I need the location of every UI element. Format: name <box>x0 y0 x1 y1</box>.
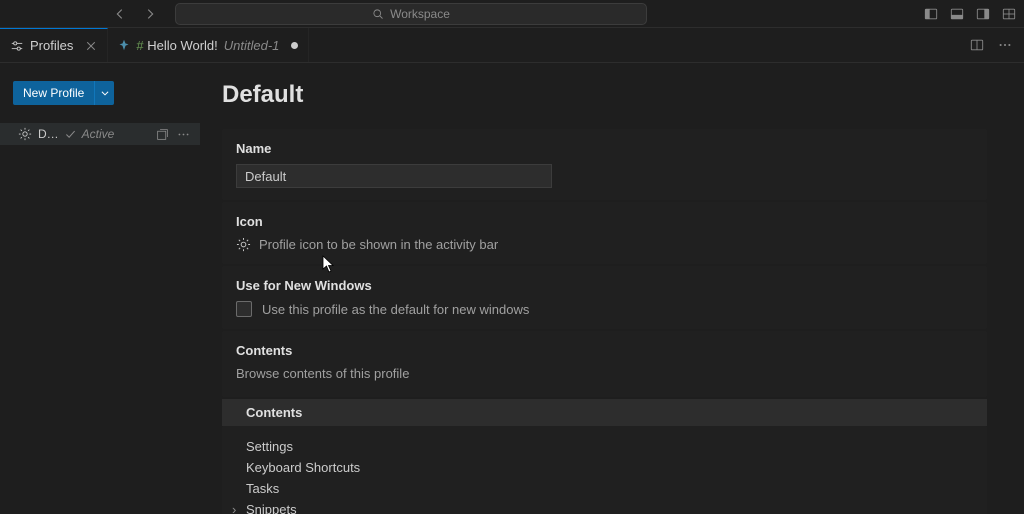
contents-description: Browse contents of this profile <box>236 366 973 381</box>
profile-list-item[interactable]: D… Active <box>0 123 200 145</box>
new-windows-section: Use for New Windows Use this profile as … <box>222 266 987 329</box>
new-profile-button[interactable]: New Profile <box>13 81 94 105</box>
contents-label: Contents <box>236 343 973 358</box>
layout-bottom-icon[interactable] <box>950 7 964 21</box>
title-bar: Workspace <box>0 0 1024 28</box>
tab-bar: Profiles # Hello World! Untitled-1 <box>0 28 1024 63</box>
search-placeholder: Workspace <box>390 7 450 21</box>
new-windows-checkbox[interactable] <box>236 301 252 317</box>
gear-icon[interactable] <box>236 237 251 252</box>
nav-forward-icon[interactable] <box>143 7 157 21</box>
new-windows-label: Use for New Windows <box>236 278 973 293</box>
tab-profiles[interactable]: Profiles <box>0 28 108 62</box>
contents-item-settings[interactable]: Settings <box>222 436 987 457</box>
nav-back-icon[interactable] <box>113 7 127 21</box>
tab-untitled-title: # Hello World! <box>136 38 217 53</box>
icon-description: Profile icon to be shown in the activity… <box>259 237 498 252</box>
new-profile-dropdown[interactable] <box>94 81 114 105</box>
contents-item-tasks[interactable]: Tasks <box>222 478 987 499</box>
gear-icon <box>18 127 32 141</box>
more-icon[interactable] <box>998 38 1012 52</box>
tab-profiles-label: Profiles <box>30 38 73 53</box>
icon-section: Icon Profile icon to be shown in the act… <box>222 202 987 264</box>
profile-editor: Default Name Icon Profile icon to be sho… <box>200 63 1024 514</box>
settings-sliders-icon <box>10 39 24 53</box>
name-section: Name <box>222 129 987 200</box>
icon-label: Icon <box>236 214 973 229</box>
name-label: Name <box>236 141 973 156</box>
contents-table-header: Contents <box>222 399 987 426</box>
layout-left-icon[interactable] <box>924 7 938 21</box>
split-editor-icon[interactable] <box>970 38 984 52</box>
modified-dot-icon <box>291 42 298 49</box>
profile-name-input[interactable] <box>236 164 552 188</box>
profile-name: D… <box>38 127 59 141</box>
close-icon[interactable] <box>85 40 97 52</box>
pin-icon <box>118 39 130 51</box>
layout-grid-icon[interactable] <box>1002 7 1016 21</box>
tab-untitled-sub: Untitled-1 <box>224 38 280 53</box>
contents-list: Settings Keyboard Shortcuts Tasks ›Snipp… <box>222 426 987 514</box>
new-window-icon[interactable] <box>156 128 169 141</box>
more-icon[interactable] <box>177 128 190 141</box>
contents-section: Contents Browse contents of this profile <box>222 331 987 397</box>
tab-untitled[interactable]: # Hello World! Untitled-1 <box>108 28 309 62</box>
profiles-sidebar: New Profile D… Active <box>0 63 200 514</box>
contents-item-snippets[interactable]: ›Snippets <box>222 499 987 514</box>
new-windows-description: Use this profile as the default for new … <box>262 302 529 317</box>
contents-item-keyboard[interactable]: Keyboard Shortcuts <box>222 457 987 478</box>
check-icon <box>65 129 76 140</box>
page-title: Default <box>222 81 1000 109</box>
active-badge: Active <box>82 127 115 141</box>
chevron-right-icon: › <box>232 502 242 514</box>
layout-right-icon[interactable] <box>976 7 990 21</box>
search-icon <box>372 8 384 20</box>
search-input[interactable]: Workspace <box>175 3 647 25</box>
